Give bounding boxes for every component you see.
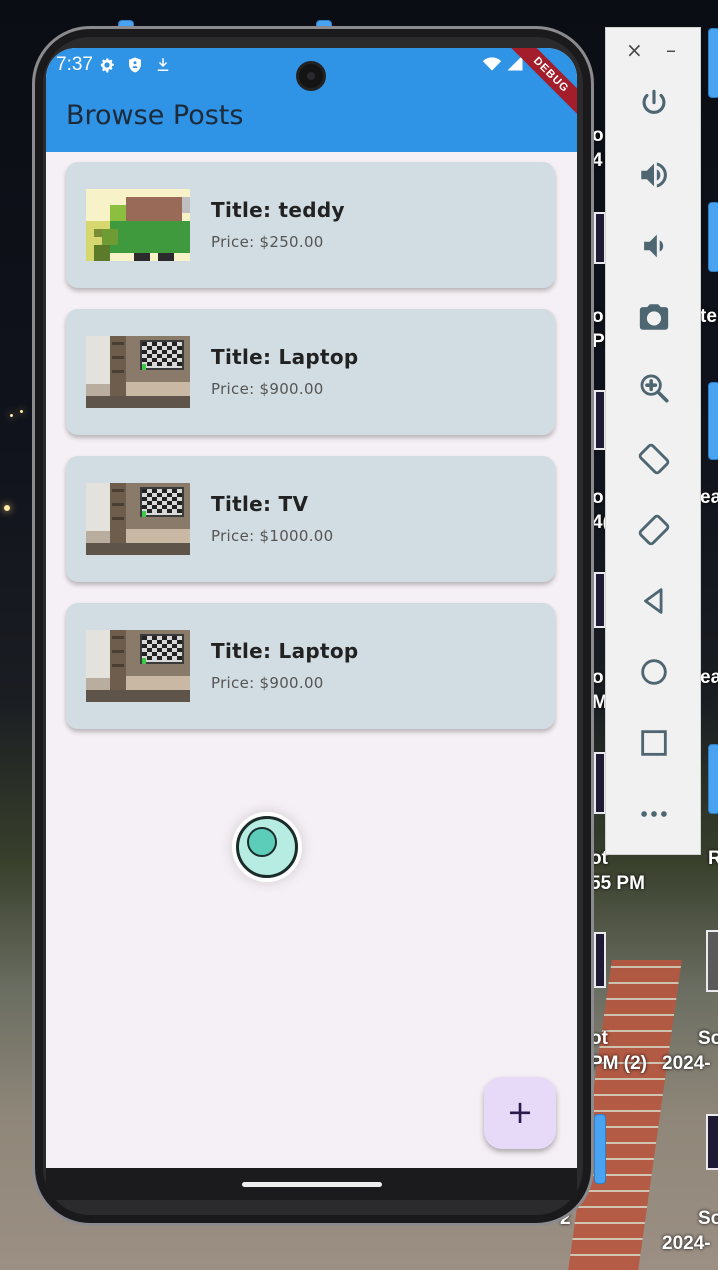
- navigation-bar: [46, 1168, 577, 1200]
- post-price: Price: $900.00: [211, 380, 324, 398]
- touch-indicator: [232, 812, 302, 882]
- post-card[interactable]: Title: teddy Price: $250.00: [66, 162, 555, 288]
- post-title: Title: teddy: [211, 198, 345, 222]
- desktop-file-icon[interactable]: [708, 28, 718, 98]
- emulator-toolbar: × –: [605, 27, 701, 855]
- desktop-label: 2024-: [662, 1053, 711, 1074]
- post-image-room-tv: [86, 336, 190, 408]
- add-icon: +: [506, 1093, 534, 1131]
- post-price: Price: $250.00: [211, 233, 324, 251]
- status-time: 7:37: [56, 54, 93, 75]
- post-card[interactable]: Title: Laptop Price: $900.00: [66, 603, 555, 729]
- shield-icon: [126, 56, 144, 74]
- desktop-file-icon[interactable]: [708, 202, 718, 272]
- post-title: Title: Laptop: [211, 639, 359, 663]
- desktop-label: R: [708, 848, 718, 869]
- desktop-label: So: [698, 1208, 718, 1229]
- power-button[interactable]: [632, 82, 676, 126]
- back-icon: [644, 588, 663, 614]
- desktop-thumbnail[interactable]: [594, 932, 606, 988]
- home-button[interactable]: [632, 650, 676, 694]
- back-button[interactable]: [632, 579, 676, 623]
- zoom-button[interactable]: [632, 366, 676, 410]
- light-dot: [10, 414, 13, 417]
- rotate-right-icon: [638, 514, 670, 546]
- desktop-label: ea: [700, 487, 718, 508]
- phone-screen: 7:37 Browse Posts DEBUG Title: teddy Pri…: [46, 48, 577, 1200]
- post-title: Title: Laptop: [211, 345, 359, 369]
- post-card[interactable]: Title: Laptop Price: $900.00: [66, 309, 555, 435]
- post-image-room-tv: [86, 630, 190, 702]
- desktop-file-icon[interactable]: [708, 382, 718, 460]
- settings-icon: [98, 56, 116, 74]
- post-title: Title: TV: [211, 492, 309, 516]
- close-icon[interactable]: ×: [626, 38, 643, 62]
- volume-up-button[interactable]: [632, 153, 676, 197]
- post-price: Price: $1000.00: [211, 527, 334, 545]
- desktop-thumbnail[interactable]: [706, 930, 718, 992]
- desktop-label: 55 PM: [590, 873, 645, 894]
- home-icon: [641, 659, 667, 685]
- touch-dot: [247, 827, 277, 857]
- rotate-left-button[interactable]: [632, 437, 676, 481]
- desktop-label: ea: [700, 667, 718, 688]
- zoom-icon: [640, 374, 669, 403]
- more-icon: [641, 811, 667, 817]
- volume-up-icon: [641, 162, 667, 188]
- desktop-label: 2024-: [662, 1233, 711, 1254]
- volume-down-icon: [644, 234, 664, 258]
- rotate-right-button[interactable]: [632, 508, 676, 552]
- power-icon: [642, 89, 666, 114]
- desktop-label: So: [698, 1028, 718, 1049]
- camera-icon: [639, 304, 669, 330]
- post-image-teddy: [86, 189, 190, 261]
- desktop-file-icon[interactable]: [708, 744, 718, 814]
- desktop-label: te: [700, 306, 717, 327]
- minimize-icon[interactable]: –: [666, 38, 676, 62]
- desktop-file-icon[interactable]: [594, 1114, 606, 1184]
- light-dot: [20, 410, 23, 413]
- volume-down-button[interactable]: [632, 224, 676, 268]
- more-button[interactable]: [632, 792, 676, 836]
- rotate-left-icon: [638, 443, 670, 475]
- overview-button[interactable]: [632, 721, 676, 765]
- app-bar: Browse Posts: [46, 84, 577, 152]
- page-title: Browse Posts: [66, 100, 244, 131]
- overview-icon: [641, 730, 667, 756]
- wifi-icon: [482, 54, 502, 72]
- front-camera: [296, 61, 326, 91]
- desktop-thumbnail[interactable]: [706, 1114, 718, 1170]
- post-price: Price: $900.00: [211, 674, 324, 692]
- light-dot: [4, 505, 10, 511]
- add-post-button[interactable]: +: [484, 1077, 556, 1149]
- download-icon: [154, 56, 172, 74]
- home-gesture-handle[interactable]: [242, 1182, 382, 1187]
- desktop-label: PM (2): [590, 1053, 647, 1074]
- post-image-room-tv: [86, 483, 190, 555]
- post-card[interactable]: Title: TV Price: $1000.00: [66, 456, 555, 582]
- screenshot-button[interactable]: [632, 295, 676, 339]
